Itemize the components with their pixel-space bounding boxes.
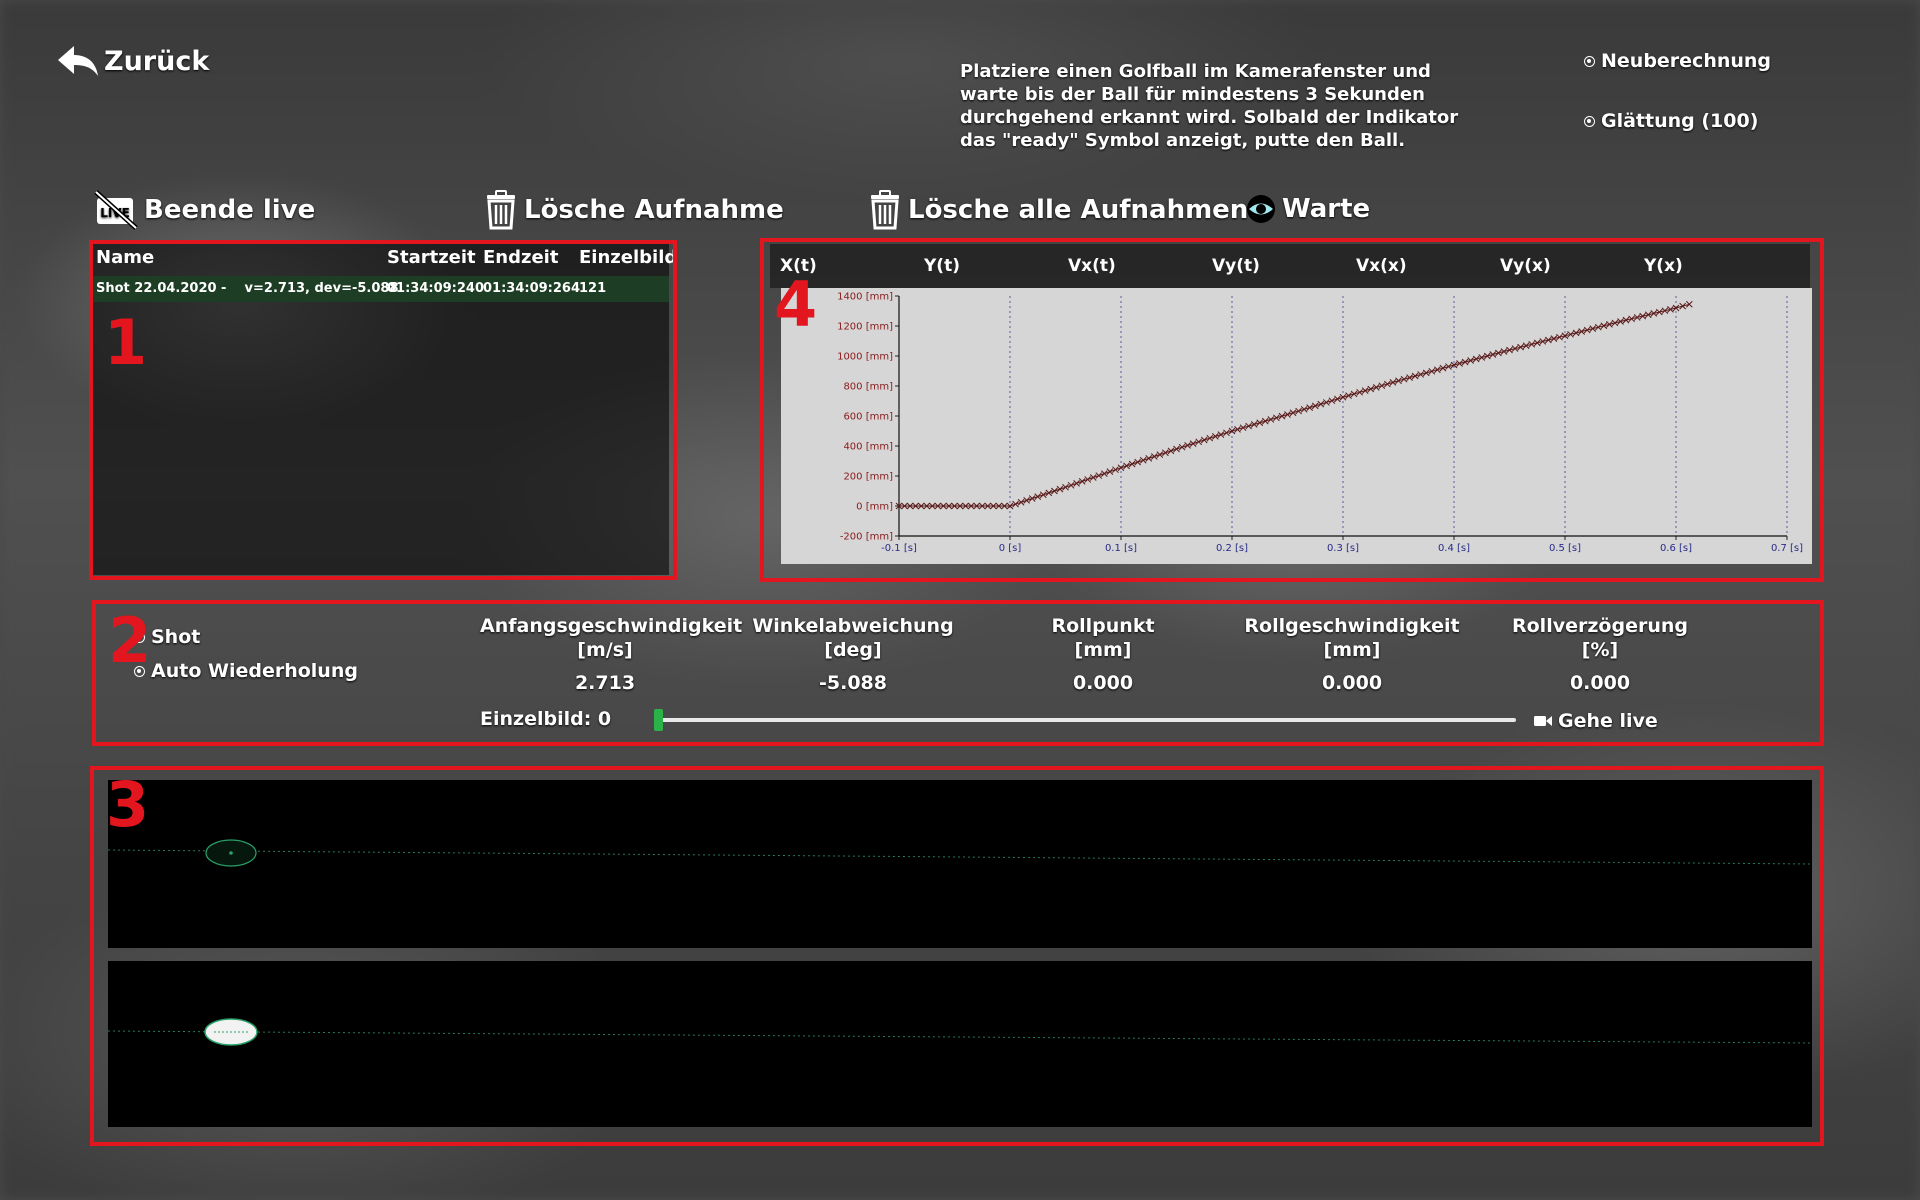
smoothing-label: Glättung (100) bbox=[1601, 110, 1759, 132]
metric-value: -5.088 bbox=[819, 672, 887, 694]
mode-options: Shot Auto Wiederholung bbox=[134, 626, 358, 682]
end-live-label: Beende live bbox=[144, 195, 316, 225]
shot-mode-label: Shot bbox=[151, 626, 201, 648]
slider-handle[interactable] bbox=[654, 709, 663, 731]
frame-label: Einzelbild: 0 bbox=[480, 708, 612, 730]
tab-y-t[interactable]: Y(t) bbox=[924, 256, 960, 276]
video-camera-icon bbox=[1534, 716, 1552, 726]
metric-label: Rollgeschwindigkeit bbox=[1244, 615, 1460, 637]
back-arrow-icon bbox=[58, 46, 98, 76]
recalc-option[interactable]: Neuberechnung bbox=[1584, 50, 1771, 72]
tab-vy-t[interactable]: Vy(t) bbox=[1212, 256, 1260, 276]
metric-header: Winkelabweichung [deg] bbox=[728, 614, 978, 662]
tab-vx-x[interactable]: Vx(x) bbox=[1356, 256, 1407, 276]
metric-header: Rollverzögerung [%] bbox=[1475, 614, 1725, 662]
live-camera-off-icon: LIVE bbox=[94, 190, 138, 230]
metric-value: 2.713 bbox=[574, 672, 636, 694]
metric-unit: [mm] bbox=[1074, 639, 1132, 661]
metric-header: Rollpunkt [mm] bbox=[978, 614, 1228, 662]
metric-value: 0.000 bbox=[1569, 672, 1631, 694]
delete-recording-label: Lösche Aufnahme bbox=[524, 195, 784, 225]
tab-vy-x[interactable]: Vy(x) bbox=[1500, 256, 1551, 276]
metric-header: Rollgeschwindigkeit [mm] bbox=[1227, 614, 1477, 662]
highlight-box-1 bbox=[89, 240, 677, 580]
metric-unit: [m/s] bbox=[577, 639, 633, 661]
metric-label: Anfangsgeschwindigkeit bbox=[480, 615, 743, 637]
marker-3: 3 bbox=[106, 768, 150, 841]
smoothing-option[interactable]: Glättung (100) bbox=[1584, 110, 1758, 132]
trash-icon bbox=[487, 190, 515, 230]
radio-icon bbox=[1584, 115, 1595, 127]
back-label: Zurück bbox=[104, 45, 210, 77]
marker-2: 2 bbox=[108, 604, 152, 677]
highlight-box-3 bbox=[90, 766, 1824, 1146]
metric-unit: [deg] bbox=[824, 639, 882, 661]
auto-repeat-label: Auto Wiederholung bbox=[151, 660, 358, 682]
recalc-label: Neuberechnung bbox=[1601, 50, 1772, 72]
metric-label: Rollverzögerung bbox=[1512, 615, 1688, 637]
metric-value: 0.000 bbox=[1072, 672, 1134, 694]
auto-repeat-option[interactable]: Auto Wiederholung bbox=[134, 660, 358, 682]
shot-mode-option[interactable]: Shot bbox=[134, 626, 358, 648]
tab-y-x[interactable]: Y(x) bbox=[1644, 256, 1683, 276]
metric-label: Winkelabweichung bbox=[752, 615, 954, 637]
delete-recording-button[interactable]: Lösche Aufnahme bbox=[484, 190, 784, 230]
frame-slider[interactable] bbox=[654, 708, 1516, 732]
metric-unit: [%] bbox=[1581, 639, 1619, 661]
instructions-text: Platziere einen Golfball im Kamerafenste… bbox=[960, 61, 1459, 151]
marker-1: 1 bbox=[104, 306, 148, 379]
end-live-button[interactable]: LIVE Beende live bbox=[94, 190, 315, 230]
highlight-box-4 bbox=[760, 238, 1824, 582]
marker-4: 4 bbox=[774, 268, 818, 341]
go-live-button[interactable]: Gehe live bbox=[1534, 710, 1658, 732]
back-button[interactable]: Zurück bbox=[56, 44, 209, 78]
metric-value: 0.000 bbox=[1321, 672, 1383, 694]
slider-track bbox=[654, 718, 1516, 722]
status-label: Warte bbox=[1282, 194, 1371, 224]
trash-icon bbox=[871, 190, 899, 230]
tab-vx-t[interactable]: Vx(t) bbox=[1068, 256, 1116, 276]
status-indicator: Warte bbox=[1246, 194, 1370, 224]
metric-header: Anfangsgeschwindigkeit [m/s] bbox=[480, 614, 743, 662]
go-live-label: Gehe live bbox=[1558, 710, 1658, 732]
metric-label: Rollpunkt bbox=[1051, 615, 1155, 637]
delete-all-recordings-button[interactable]: Lösche alle Aufnahmen bbox=[868, 190, 1248, 230]
delete-all-recordings-label: Lösche alle Aufnahmen bbox=[908, 195, 1249, 225]
metric-unit: [mm] bbox=[1323, 639, 1381, 661]
radio-icon bbox=[1584, 55, 1595, 67]
eye-icon bbox=[1247, 195, 1275, 223]
